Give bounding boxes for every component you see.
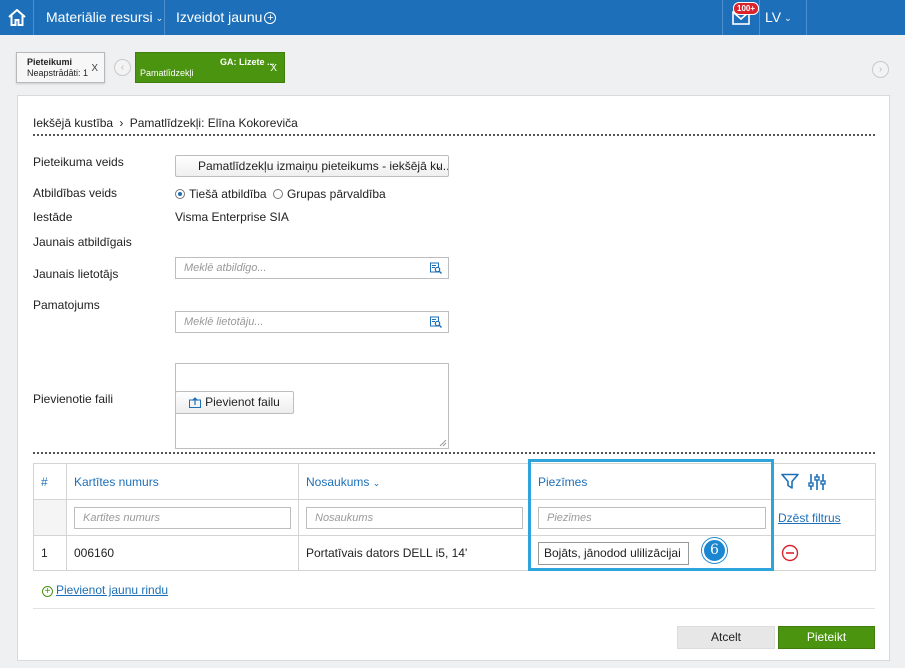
home-icon	[7, 9, 26, 26]
radio-direct-responsibility[interactable]	[175, 189, 185, 199]
menu-material-resources[interactable]: Materiālie resursi ⌄	[46, 0, 163, 35]
breadcrumb: Iekšējā kustība › Pamatlīdzekļi: Elīna K…	[33, 116, 298, 130]
new-user-input[interactable]: Meklē lietotāju...	[175, 311, 449, 333]
col-header-tools	[773, 463, 876, 500]
attachments-label: Pievienotie faili	[33, 392, 114, 406]
close-icon[interactable]: X	[91, 63, 98, 74]
col-header-num: #	[33, 463, 67, 500]
justification-label: Pamatojums	[33, 298, 100, 312]
cancel-button[interactable]: Atcelt	[677, 626, 775, 649]
breadcrumb-internal-movement[interactable]: Iekšējā kustība	[33, 116, 113, 130]
chevron-left-icon: ‹	[120, 62, 125, 73]
clear-filters-link[interactable]: Dzēst filtrus	[778, 511, 841, 525]
col-header-name[interactable]: Nosaukums ⌄	[298, 463, 531, 500]
row-card-number: 006160	[66, 535, 299, 571]
add-file-button[interactable]: Pievienot failu	[175, 391, 294, 414]
breadcrumb-separator: ›	[119, 116, 124, 130]
menu-material-resources-label: Materiālie resursi	[46, 9, 153, 25]
dotted-divider	[33, 134, 875, 136]
chevron-down-icon: ⌄	[784, 12, 792, 23]
plus-circle-icon: +	[42, 586, 53, 597]
language-selector[interactable]: LV ⌄	[765, 0, 792, 35]
institution-label: Iestāde	[33, 210, 73, 224]
upload-icon	[189, 397, 202, 408]
filter-cell-name: Nosaukums	[298, 499, 531, 536]
col-header-name-label: Nosaukums	[306, 474, 370, 489]
request-type-label: Pieteikuma veids	[33, 155, 124, 169]
request-type-value: Pamatlīdzekļu izmaiņu pieteikums - iekšē…	[198, 159, 449, 173]
new-responsible-placeholder: Meklē atbildīgo...	[184, 262, 267, 274]
filter-row: Kartītes numurs Nosaukums Piezīmes Dzēst…	[33, 499, 876, 536]
row-notes-input[interactable]: Bojāts, jānodod ulilizācijai	[538, 541, 689, 565]
institution-value: Visma Enterprise SIA	[175, 210, 289, 224]
filter-icon[interactable]	[781, 473, 799, 490]
close-icon[interactable]: X	[270, 63, 277, 74]
filter-card-number-input[interactable]: Kartītes numurs	[74, 506, 291, 529]
col-header-notes[interactable]: Piezīmes	[530, 463, 774, 500]
filter-cell-empty	[33, 499, 67, 536]
tab-requests[interactable]: Pieteikumi Neapstrādāti: 1 X	[16, 52, 105, 83]
row-name: Portatīvais dators DELL i5, 14'	[298, 535, 531, 571]
col-header-card-number[interactable]: Kartītes numurs	[66, 463, 299, 500]
add-row-container: + Pievienot jaunu rindu	[42, 583, 168, 597]
filter-cell-card: Kartītes numurs	[66, 499, 299, 536]
home-button[interactable]	[0, 0, 34, 35]
radio-group-management[interactable]	[272, 189, 283, 199]
new-responsible-input[interactable]: Meklē atbildīgo...	[175, 257, 449, 279]
language-label: LV	[765, 9, 782, 25]
filter-name-input[interactable]: Nosaukums	[306, 506, 523, 529]
radio-group-label: Grupas pārvaldība	[286, 187, 386, 201]
breadcrumb-current: Pamatlīdzekļi: Elīna Kokoreviča	[129, 116, 298, 130]
submit-button[interactable]: Pieteikt	[778, 626, 875, 649]
divider	[806, 0, 807, 35]
chevron-down-icon: ⌄	[372, 477, 381, 488]
top-bar: Materiālie resursi ⌄ Izveidot jaunu + 100+…	[0, 0, 905, 35]
new-responsible-label: Jaunais atbildīgais	[33, 235, 132, 249]
tab-fixed-assets-subtitle: Pamatlīdzekļi	[140, 68, 194, 78]
tabs-prev-button[interactable]: ‹	[114, 59, 131, 76]
table-row: 1 006160 Portatīvais dators DELL i5, 14'…	[33, 535, 876, 571]
callout-step-badge: 6	[702, 538, 727, 563]
footer-divider	[33, 608, 875, 609]
radio-direct-label: Tiešā atbildība	[189, 187, 267, 201]
filter-cell-notes: Piezīmes	[530, 499, 774, 536]
assets-table: # Kartītes numurs Nosaukums ⌄ Piezīmes K…	[33, 463, 876, 571]
menu-create-new-label: Izveidot jaunu	[176, 9, 263, 25]
filter-notes-input[interactable]: Piezīmes	[538, 506, 766, 529]
new-user-placeholder: Meklē lietotāju...	[184, 316, 264, 328]
chevron-down-icon: ⌄	[155, 12, 164, 23]
divider	[164, 0, 165, 35]
remove-row-icon[interactable]	[781, 544, 799, 562]
tab-fixed-assets-title: GA: Lizete ...	[220, 57, 275, 67]
row-num: 1	[33, 535, 67, 571]
plus-circle-icon: +	[264, 12, 277, 25]
row-actions	[773, 535, 876, 571]
filter-cell-clear: Dzēst filtrus	[773, 499, 876, 536]
add-file-label: Pievienot failu	[205, 395, 280, 409]
dotted-divider	[33, 452, 875, 454]
mail-count-badge: 100+	[733, 2, 760, 15]
tabs-next-button[interactable]: ›	[872, 61, 889, 78]
main-panel: Iekšējā kustība › Pamatlīdzekļi: Elīna K…	[17, 95, 890, 661]
search-list-icon[interactable]	[430, 316, 442, 328]
responsibility-type-label: Atbildības veids	[33, 186, 118, 200]
column-settings-icon[interactable]	[808, 473, 827, 491]
menu-create-new[interactable]: Izveidot jaunu +	[176, 0, 277, 35]
chevron-right-icon: ›	[878, 64, 883, 75]
row-notes-cell: Bojāts, jānodod ulilizācijai	[530, 535, 774, 571]
responsibility-type-group: Tiešā atbildība Grupas pārvaldība	[175, 187, 386, 201]
resize-handle-icon[interactable]	[439, 439, 447, 447]
add-row-link[interactable]: Pievienot jaunu rindu	[56, 583, 168, 597]
request-type-select[interactable]: Pamatlīdzekļu izmaiņu pieteikums - iekšē…	[175, 155, 449, 177]
tab-fixed-assets[interactable]: GA: Lizete ... Pamatlīdzekļi X	[135, 52, 285, 83]
new-user-label: Jaunais lietotājs	[33, 267, 119, 281]
chevron-down-icon: ⌄	[434, 161, 442, 171]
search-list-icon[interactable]	[430, 262, 442, 274]
